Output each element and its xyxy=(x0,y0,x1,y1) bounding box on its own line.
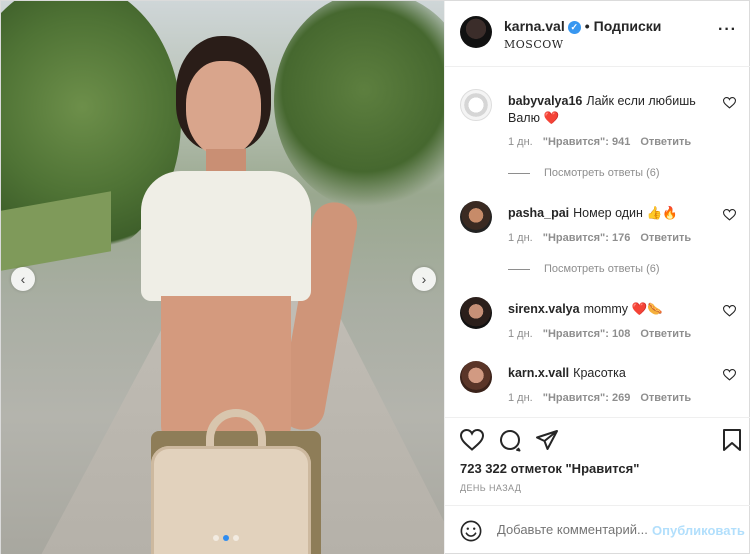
comment-username[interactable]: babyvalya16 xyxy=(508,94,582,108)
comment-like-count[interactable]: "Нравится": 176 xyxy=(543,232,631,244)
add-comment-input[interactable] xyxy=(497,522,647,537)
view-replies-button[interactable]: Посмотреть ответы (6) xyxy=(508,167,660,179)
photo-top xyxy=(141,171,311,301)
comment-age[interactable]: 1 дн. xyxy=(508,328,533,340)
comments-list: babyvalya16 Лайк если любишь Валю ❤️ 1 дн… xyxy=(445,67,750,417)
post-location[interactable]: MOSCOW xyxy=(504,38,564,51)
photo-person xyxy=(111,31,361,554)
chevron-right-icon: › xyxy=(421,271,427,287)
like-comment-heart-icon[interactable] xyxy=(723,369,736,381)
comment-emoji: ❤️🌭 xyxy=(631,302,663,316)
comment-like-count[interactable]: "Нравится": 941 xyxy=(543,136,631,148)
comment-like-count[interactable]: "Нравится": 269 xyxy=(543,392,631,404)
carousel-dots xyxy=(213,535,239,541)
comment-age[interactable]: 1 дн. xyxy=(508,392,533,404)
publish-button[interactable]: Опубликовать xyxy=(652,523,745,538)
carousel-dot-active[interactable] xyxy=(223,535,229,541)
view-replies-button[interactable]: Посмотреть ответы (6) xyxy=(508,263,660,275)
verified-badge-icon: ✓ xyxy=(567,21,581,34)
bookmark-icon[interactable] xyxy=(720,428,744,452)
post-sidebar: karna.val ✓ • Подписки MOSCOW ··· babyvalya… xyxy=(444,1,750,554)
photo-face xyxy=(186,61,261,156)
carousel-dot[interactable] xyxy=(213,535,219,541)
comment-text: pasha_pai Номер один 👍🔥 xyxy=(508,205,718,222)
carousel-prev-button[interactable]: ‹ xyxy=(11,267,35,291)
replies-line xyxy=(508,172,530,174)
comment-text: sirenx.valya mommy ❤️🌭 xyxy=(508,301,718,318)
comment-body: Красотка xyxy=(573,366,626,380)
comment-composer: Опубликовать xyxy=(445,505,750,554)
post-actions-bar xyxy=(445,417,750,455)
comment-text: karn.x.vall Красотка xyxy=(508,365,718,382)
reply-button[interactable]: Ответить xyxy=(640,328,691,340)
commenter-avatar[interactable] xyxy=(460,361,492,393)
comment-age[interactable]: 1 дн. xyxy=(508,136,533,148)
comment-body: Номер один xyxy=(573,206,643,220)
commenter-avatar[interactable] xyxy=(460,297,492,329)
chevron-left-icon: ‹ xyxy=(20,271,26,287)
comment-text: babyvalya16 Лайк если любишь Валю ❤️ xyxy=(508,93,718,127)
replies-line xyxy=(508,268,530,270)
comment-username[interactable]: sirenx.valya xyxy=(508,302,580,316)
author-username[interactable]: karna.val xyxy=(504,18,565,34)
emoji-smile-icon[interactable] xyxy=(460,520,482,542)
post-modal: ‹ › karna.val ✓ • Подписки MOSCOW ··· babyv… xyxy=(0,0,750,554)
share-send-icon[interactable] xyxy=(535,428,559,452)
comment-like-count[interactable]: "Нравится": 108 xyxy=(543,328,631,340)
likes-count[interactable]: 723 322 отметок "Нравится" xyxy=(460,461,639,476)
author-avatar[interactable] xyxy=(460,16,492,48)
author-line: karna.val ✓ • Подписки xyxy=(504,18,661,34)
carousel-next-button[interactable]: › xyxy=(412,267,436,291)
comment-bubble-icon[interactable] xyxy=(498,428,522,452)
comment-username[interactable]: karn.x.vall xyxy=(508,366,569,380)
following-button[interactable]: Подписки xyxy=(594,18,662,34)
like-comment-heart-icon[interactable] xyxy=(723,97,736,109)
comment-body: mommy xyxy=(583,302,629,316)
post-date[interactable]: ДЕНЬ НАЗАД xyxy=(460,483,521,493)
post-photo[interactable]: ‹ › xyxy=(1,1,444,554)
carousel-dot[interactable] xyxy=(233,535,239,541)
comment-meta: 1 дн. "Нравится": 108 Ответить xyxy=(508,328,691,340)
separator: • xyxy=(584,18,590,34)
like-heart-icon[interactable] xyxy=(460,428,484,452)
reply-button[interactable]: Ответить xyxy=(640,232,691,244)
reply-button[interactable]: Ответить xyxy=(640,136,691,148)
more-options-icon[interactable]: ··· xyxy=(718,21,737,39)
like-comment-heart-icon[interactable] xyxy=(723,209,736,221)
view-replies-label: Посмотреть ответы (6) xyxy=(544,167,660,179)
comment-meta: 1 дн. "Нравится": 176 Ответить xyxy=(508,232,691,244)
like-comment-heart-icon[interactable] xyxy=(723,305,736,317)
commenter-avatar[interactable] xyxy=(460,89,492,121)
comment-username[interactable]: pasha_pai xyxy=(508,206,569,220)
commenter-avatar[interactable] xyxy=(460,201,492,233)
view-replies-label: Посмотреть ответы (6) xyxy=(544,263,660,275)
comment-emoji: ❤️ xyxy=(543,111,560,125)
post-header: karna.val ✓ • Подписки MOSCOW ··· xyxy=(445,1,750,67)
comment-meta: 1 дн. "Нравится": 941 Ответить xyxy=(508,136,691,148)
reply-button[interactable]: Ответить xyxy=(640,392,691,404)
comment-emoji: 👍🔥 xyxy=(646,206,678,220)
comment-age[interactable]: 1 дн. xyxy=(508,232,533,244)
comment-meta: 1 дн. "Нравится": 269 Ответить xyxy=(508,392,691,404)
